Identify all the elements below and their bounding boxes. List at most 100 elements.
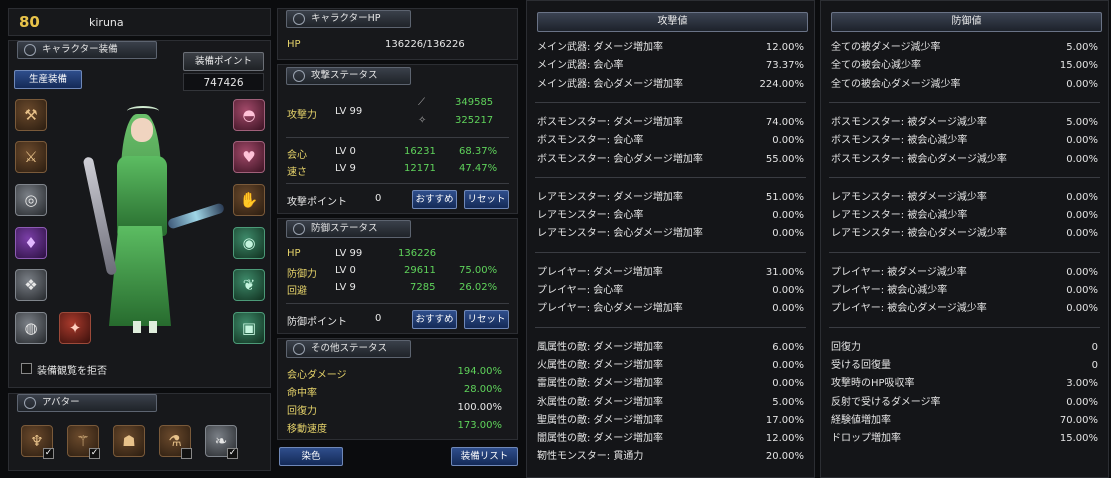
- gloves-slot[interactable]: ✋: [233, 184, 265, 216]
- attack-reset-button[interactable]: リセット: [464, 190, 509, 209]
- section-divider: [829, 101, 1100, 103]
- defense-tab-label: 防御ステータス: [311, 223, 378, 234]
- ring-slot[interactable]: ◎: [15, 184, 47, 216]
- chest-icon: ♥: [242, 148, 256, 166]
- dye-button[interactable]: 染色: [279, 447, 343, 466]
- attack-recommend-button[interactable]: おすすめ: [412, 190, 457, 209]
- attack-value-row: 雷属性の敵: ダメージ増加率 0.00%: [537, 375, 804, 393]
- defense-value-label: 全ての被会心ダメージ減少率: [831, 78, 961, 90]
- defense-values-title: 防御値: [831, 12, 1102, 32]
- helmet-slot[interactable]: ◓: [233, 99, 265, 131]
- attack-values-title: 攻撃値: [537, 12, 808, 32]
- defense-value-value: 0.00%: [1066, 266, 1098, 278]
- defense-value-value: 5.00%: [1066, 42, 1098, 53]
- defense-value: 29611: [404, 265, 436, 276]
- necklace-slot[interactable]: ❖: [15, 269, 47, 301]
- defense-value-label: 受ける回復量: [831, 359, 891, 371]
- defense-value-label: プレイヤー: 被会心減少率: [831, 285, 948, 296]
- shield-slot[interactable]: ◍: [15, 312, 47, 344]
- attack-values-panel: 攻撃値 メイン武器: ダメージ増加率 12.00% メイン武器: 会心率 73.37%…: [526, 0, 815, 478]
- equipment-view-refuse-label: 装備観覧を拒否: [37, 366, 107, 377]
- attack-value-1: 349585: [455, 97, 494, 108]
- attack-value-label: プレイヤー: 会心率: [537, 285, 624, 296]
- defense-value-row: プレイヤー: 被ダメージ減少率 0.00%: [831, 264, 1098, 282]
- boots-slot[interactable]: ❦: [233, 269, 265, 301]
- attack-value-value: 5.00%: [772, 396, 804, 408]
- attack-value-label: ボスモンスター: 会心率: [537, 135, 644, 147]
- chest-slot[interactable]: ♥: [233, 141, 265, 173]
- accessory-icon: ▣: [241, 319, 257, 337]
- accessory-slot[interactable]: ▣: [233, 312, 265, 344]
- defense-value-label: 反射で受けるダメージ率: [831, 396, 941, 408]
- defense-value-label: 全ての被会心減少率: [831, 60, 921, 72]
- avatar-slot-3[interactable]: ☗: [113, 425, 145, 457]
- defense-points-value: 0: [375, 313, 382, 324]
- attack-value-value: 0.00%: [772, 359, 804, 371]
- attack-value-label: メイン武器: ダメージ増加率: [537, 42, 664, 53]
- avatar-slot-1-checkbox[interactable]: ✓: [43, 448, 54, 459]
- other-status-value: 173.00%: [457, 420, 503, 431]
- defense-value-value: 15.00%: [1059, 433, 1098, 445]
- defense-hp-level: LV 99: [335, 248, 363, 259]
- defense-value-row: レアモンスター: 被会心ダメージ減少率 0.00%: [831, 225, 1098, 243]
- armor-icon: ⚔: [24, 148, 38, 166]
- defense-value-label: ボスモンスター: 被会心減少率: [831, 135, 968, 147]
- defense-reset-button[interactable]: リセット: [464, 310, 509, 329]
- defense-value-row: 全ての被ダメージ減少率 5.00%: [831, 39, 1098, 57]
- belt-slot[interactable]: ◉: [233, 227, 265, 259]
- other-status-value: 194.00%: [457, 366, 503, 377]
- equipment-view-refuse-checkbox[interactable]: [21, 363, 32, 374]
- attack-value-row: ボスモンスター: 会心ダメージ増加率 55.00%: [537, 151, 804, 169]
- attack-value-label: 氷属性の敵: ダメージ増加率: [537, 396, 664, 408]
- armor-slot[interactable]: ⚔: [15, 141, 47, 173]
- shield-icon: [293, 223, 305, 235]
- defense-value-label: 回復力: [831, 341, 861, 353]
- equipment-tab[interactable]: キャラクター装備: [17, 41, 157, 59]
- defense-value-value: 0: [1091, 341, 1098, 353]
- defense-level: LV 0: [335, 265, 356, 276]
- attack-value-label: 風属性の敵: ダメージ増加率: [537, 341, 664, 353]
- equipment-list-button[interactable]: 装備リスト: [451, 447, 518, 466]
- avatar-slot-2-checkbox[interactable]: ✓: [89, 448, 100, 459]
- hp-tab-label: キャラクターHP: [311, 13, 381, 24]
- attack-value-value: 55.00%: [765, 153, 804, 165]
- avatar-slot-4-checkbox[interactable]: [181, 448, 192, 459]
- belt-icon: ◉: [242, 234, 256, 252]
- necklace-icon: ❖: [24, 276, 38, 294]
- attack-value-row: 闇属性の敵: ダメージ増加率 12.00%: [537, 430, 804, 448]
- attack-value-label: 聖属性の敵: ダメージ増加率: [537, 414, 664, 426]
- character-name: kiruna: [89, 16, 124, 29]
- defense-hp-label: HP: [287, 248, 301, 259]
- defense-value-row: 反射で受けるダメージ率 0.00%: [831, 394, 1098, 412]
- attack-value-label: 靭性モンスター: 貫通力: [537, 451, 644, 463]
- bow-slot[interactable]: ✦: [59, 312, 91, 344]
- attack-label: 攻撃力: [287, 110, 317, 121]
- defense-value-label: 攻撃時のHP吸収率: [831, 378, 915, 390]
- attack-value-value: 73.37%: [765, 60, 804, 72]
- defense-value-row: 経験値増加率 70.00%: [831, 412, 1098, 430]
- other-status-label: 移動速度: [287, 424, 327, 435]
- other-status-value: 28.00%: [463, 384, 502, 395]
- evade-value: 7285: [410, 282, 436, 293]
- physical-attack-icon: ⟋: [418, 97, 425, 108]
- hp-label: HP: [287, 39, 301, 50]
- attack-value-value: 0.00%: [772, 228, 804, 240]
- defense-value-value: 0.00%: [1066, 396, 1098, 408]
- weapon-slot[interactable]: ⚒: [15, 99, 47, 131]
- avatar-tab[interactable]: アバター: [17, 394, 157, 412]
- evade-level: LV 9: [335, 282, 356, 293]
- attack-value-value: 31.00%: [765, 266, 804, 278]
- defense-value-row: 受ける回復量 0: [831, 357, 1098, 375]
- defense-value-value: 0.00%: [1066, 78, 1098, 90]
- armor-icon: [24, 44, 36, 56]
- attack-value-row: ボスモンスター: ダメージ増加率 74.00%: [537, 114, 804, 132]
- crit-level: LV 0: [335, 146, 356, 157]
- defense-value-row: 全ての被会心減少率 15.00%: [831, 57, 1098, 75]
- crit-percent: 68.37%: [459, 146, 498, 157]
- attack-value-value: 0.00%: [772, 210, 804, 222]
- defense-value-label: プレイヤー: 被会心ダメージ減少率: [831, 303, 987, 315]
- avatar-slot-5-checkbox[interactable]: ✓: [227, 448, 238, 459]
- defense-recommend-button[interactable]: おすすめ: [412, 310, 457, 329]
- gem-slot[interactable]: ♦: [15, 227, 47, 259]
- production-equipment-button[interactable]: 生産装備: [14, 70, 82, 89]
